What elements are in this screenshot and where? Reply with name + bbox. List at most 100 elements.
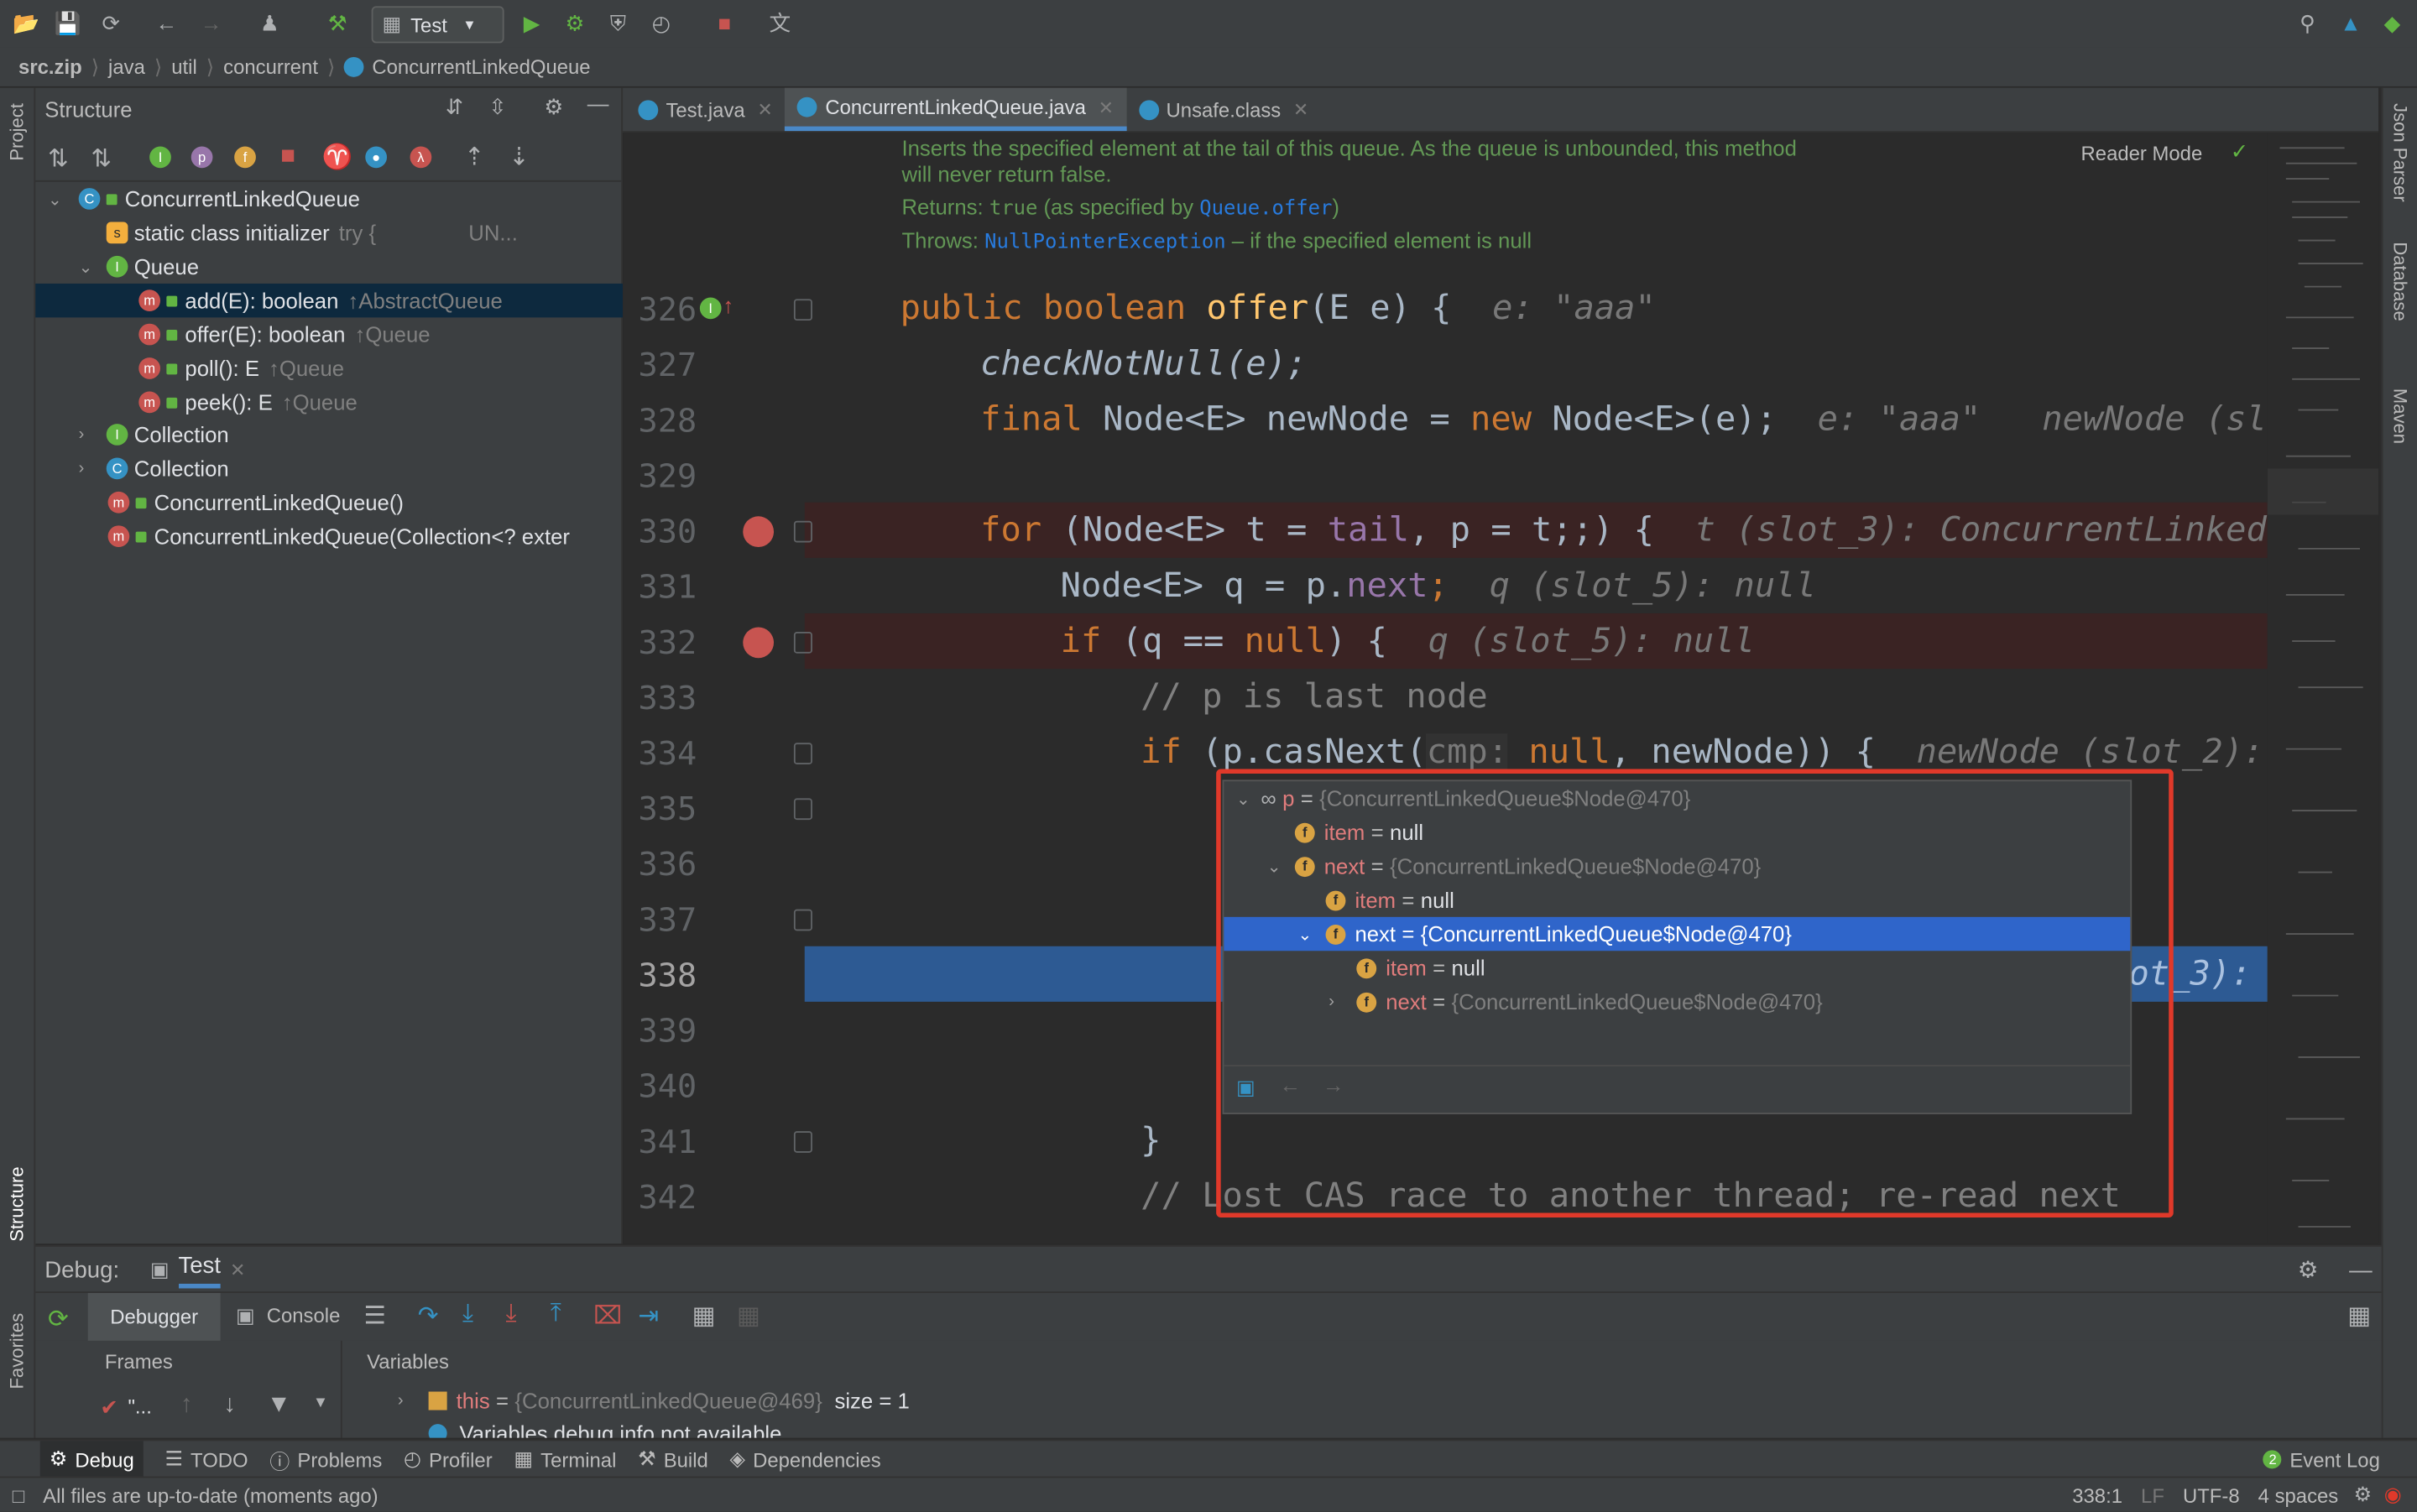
crumb-concurrent[interactable]: concurrent — [214, 55, 327, 79]
fold-icon[interactable] — [793, 632, 812, 654]
evaluate-expression-icon[interactable]: ▦ — [692, 1301, 716, 1332]
lambda-icon[interactable]: λ — [410, 146, 432, 169]
crumb-util[interactable]: util — [162, 55, 206, 79]
step-over-icon[interactable]: ↷ — [418, 1301, 439, 1332]
save-icon[interactable]: 💾 — [54, 9, 81, 37]
tree-item-collection[interactable]: › I Collection — [35, 418, 664, 451]
close-icon[interactable]: ✕ — [1293, 99, 1308, 121]
variable-row-this[interactable]: › this = {ConcurrentLinkedQueue@469} siz… — [398, 1389, 910, 1413]
line-separator[interactable]: LF — [2141, 1483, 2164, 1507]
crumb-class[interactable]: ConcurrentLinkedQueue — [372, 55, 590, 79]
tree-item-collection[interactable]: › C Collection — [35, 451, 664, 485]
build-icon[interactable]: ⚒ — [324, 9, 352, 37]
tool-tab-build[interactable]: ⚒ Build — [638, 1447, 708, 1472]
reader-mode-toggle[interactable]: Reader Mode — [2081, 142, 2203, 165]
tree-item-static-init[interactable]: s static class initializer try { UN... — [35, 216, 692, 249]
tree-item-offer[interactable]: m offer(E): boolean ↑Queue — [35, 317, 724, 351]
fold-icon[interactable] — [793, 798, 812, 821]
frame-item[interactable]: "... — [128, 1395, 151, 1418]
debug-icon[interactable]: ⚙ — [561, 9, 589, 37]
tab-concurrentlinkedqueue-java[interactable]: ConcurrentLinkedQueue.java ✕ — [785, 87, 1126, 132]
menu-icon[interactable]: ☰ — [363, 1301, 385, 1332]
fold-icon[interactable] — [793, 909, 812, 931]
update-icon[interactable]: ▲ — [2336, 9, 2364, 37]
minimize-icon[interactable]: — — [2349, 1257, 2373, 1283]
run-icon[interactable]: ▶ — [518, 9, 546, 37]
open-icon[interactable]: 📂 — [13, 9, 40, 37]
json-parser-tool-tab[interactable]: Json Parser — [2389, 103, 2411, 202]
coverage-icon[interactable]: ⛨ — [604, 9, 632, 37]
sort-alpha-icon[interactable]: ⇅ — [48, 143, 69, 175]
force-step-into-icon[interactable]: ⤓ — [505, 1301, 516, 1328]
doc-link[interactable]: Queue.offer — [1199, 197, 1332, 221]
maven-tool-tab[interactable]: Maven — [2389, 388, 2411, 444]
close-icon[interactable]: ✕ — [1099, 96, 1114, 118]
show-fields-icon[interactable]: f — [234, 146, 256, 169]
fold-icon[interactable] — [793, 520, 812, 543]
step-into-icon[interactable]: ⤓ — [462, 1301, 473, 1328]
implements-icon[interactable]: I — [699, 297, 722, 320]
project-tool-tab[interactable]: Project — [6, 103, 28, 161]
anonymous-class-icon[interactable]: ● — [365, 146, 388, 169]
sort-visibility-icon[interactable]: ⇅ — [91, 143, 112, 175]
show-inherited-icon[interactable]: I — [149, 146, 171, 169]
gear-icon[interactable]: ⚙ — [544, 94, 563, 120]
profile-icon[interactable]: ◴ — [647, 9, 675, 37]
user-icon[interactable]: ♟ — [256, 9, 284, 37]
show-properties-icon[interactable]: p — [191, 146, 213, 169]
file-encoding[interactable]: UTF-8 — [2183, 1483, 2240, 1507]
favorites-tool-tab[interactable]: Favorites — [6, 1313, 28, 1389]
tool-tab-debug[interactable]: ⚙ Debug — [39, 1441, 144, 1478]
scroll-from-source-icon[interactable]: ⇣ — [509, 142, 530, 173]
debug-session-tab[interactable]: Test — [178, 1252, 221, 1288]
rerun-icon[interactable]: ⟳ — [48, 1304, 69, 1335]
tool-tab-profiler[interactable]: ◴ Profiler — [404, 1447, 493, 1472]
tree-item-add[interactable]: m add(E): boolean ↑AbstractQueue — [35, 283, 725, 318]
sync-icon[interactable]: ⟳ — [97, 9, 125, 37]
forward-icon[interactable]: → — [197, 9, 225, 37]
tree-item-constructor-collection[interactable]: m ConcurrentLinkedQueue(Collection<? ext… — [35, 519, 693, 553]
tree-item-poll[interactable]: m poll(): E ↑Queue — [35, 352, 724, 385]
run-configuration-select[interactable]: ▦ Test ▼ — [371, 6, 504, 44]
tab-test-java[interactable]: Test.java ✕ — [623, 88, 786, 131]
up-icon[interactable]: ↑ — [180, 1392, 193, 1420]
database-tool-tab[interactable]: Database — [2389, 242, 2411, 321]
tree-item-class[interactable]: ⌄ C ConcurrentLinkedQueue — [35, 182, 634, 216]
lock-icon[interactable]: ■ — [280, 143, 295, 171]
tool-tab-problems[interactable]: ⓘ Problems — [269, 1445, 382, 1474]
chevron-down-icon[interactable]: ▼ — [313, 1395, 328, 1411]
structure-tool-tab[interactable]: Structure — [6, 1166, 28, 1241]
fold-icon[interactable] — [793, 299, 812, 321]
tool-tab-todo[interactable]: ☰ TODO — [164, 1447, 248, 1472]
indent-setting[interactable]: 4 spaces — [2258, 1483, 2339, 1507]
collapse-all-icon[interactable]: ⇳ — [488, 94, 507, 120]
toolbox-icon[interactable]: ◆ — [2378, 9, 2406, 37]
filter-icon[interactable]: ▼ — [267, 1392, 291, 1420]
code-minimap[interactable] — [2267, 132, 2379, 1244]
tool-tab-terminal[interactable]: ▦ Terminal — [514, 1447, 616, 1472]
layout-icon[interactable]: ▦ — [2347, 1301, 2371, 1332]
tab-unsafe-class[interactable]: Unsafe.class ✕ — [1126, 88, 1321, 131]
close-icon[interactable]: ✕ — [230, 1259, 245, 1281]
breakpoint-icon[interactable] — [743, 516, 775, 548]
crumb-src-zip[interactable]: src.zip — [0, 55, 91, 79]
tab-console[interactable]: Console — [267, 1304, 341, 1327]
run-to-cursor-icon[interactable]: ⇥ — [638, 1301, 659, 1332]
fold-icon[interactable] — [793, 1131, 812, 1153]
scroll-to-source-icon[interactable]: ⇡ — [464, 142, 485, 173]
crumb-java[interactable]: java — [99, 55, 154, 79]
minimize-icon[interactable]: — — [587, 91, 609, 115]
tree-item-peek[interactable]: m peek(): E ↑Queue — [35, 385, 724, 419]
tool-tab-event-log[interactable]: 2 Event Log — [2263, 1448, 2380, 1471]
hierarchy-icon[interactable]: ♈ — [322, 142, 353, 173]
tool-tab-dependencies[interactable]: ◈ Dependencies — [730, 1447, 881, 1472]
back-icon[interactable]: ← — [153, 9, 180, 37]
down-icon[interactable]: ↓ — [223, 1392, 236, 1420]
search-icon[interactable]: ⚲ — [2294, 9, 2321, 37]
stop-icon[interactable]: ■ — [711, 9, 739, 37]
expand-all-icon[interactable]: ⇵ — [446, 94, 464, 120]
breakpoint-icon[interactable] — [743, 627, 775, 659]
step-out-icon[interactable]: ⤒ — [551, 1301, 561, 1328]
fold-icon[interactable] — [793, 743, 812, 765]
tree-item-queue[interactable]: ⌄ I Queue — [35, 250, 664, 284]
